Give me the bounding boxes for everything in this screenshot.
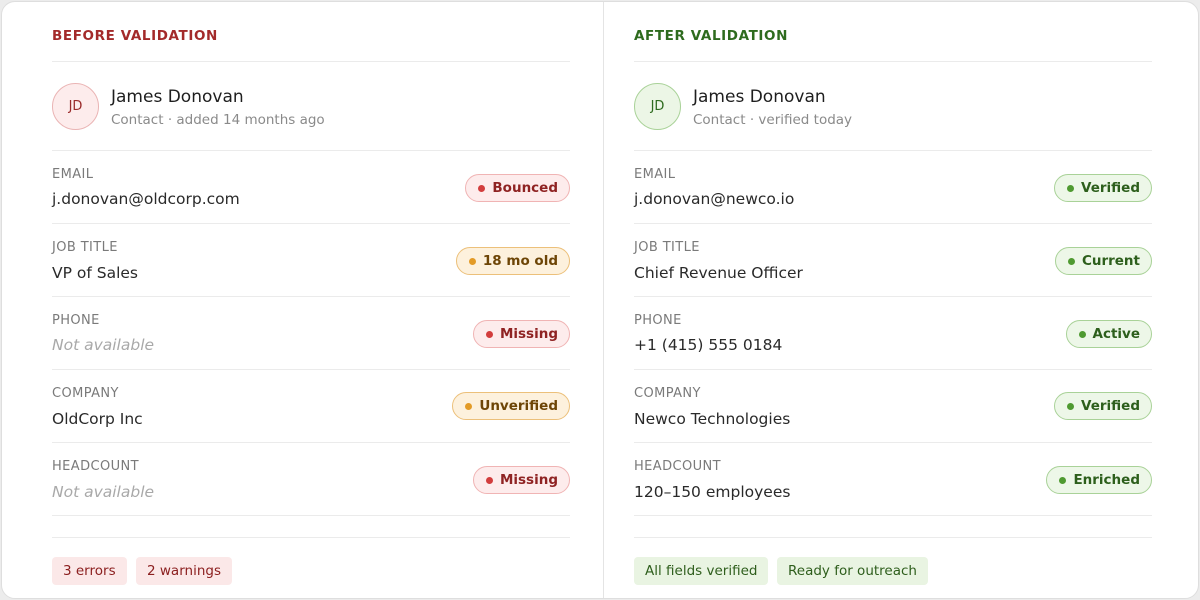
company-value: OldCorp Inc [52,410,143,428]
before-validation-panel: BEFORE VALIDATION JD James Donovan Conta… [52,2,570,598]
company-status-badge: Verified [1054,392,1152,420]
ready-for-outreach-pill: Ready for outreach [777,557,928,585]
status-badge-label: Missing [499,472,558,488]
status-badge-label: Verified [1081,398,1140,414]
phone-status-badge: Missing [472,320,570,348]
panel-divider [603,2,604,598]
all-verified-pill: All fields verified [634,557,769,585]
company-label: COMPANY [52,386,119,401]
status-dot-icon [1067,402,1075,410]
email-status-badge: Verified [1054,174,1152,202]
status-badge-label: Missing [499,326,558,342]
before-section-title: BEFORE VALIDATION [52,28,218,44]
status-dot-icon [1059,476,1067,484]
status-dot-icon [478,184,486,192]
status-badge-label: Active [1092,326,1141,342]
email-value: j.donovan@newco.io [634,190,795,208]
phone-label: PHONE [52,313,100,328]
row-divider [634,150,1152,151]
company-label: COMPANY [634,386,701,401]
row-divider [52,223,570,224]
job-title-value: Chief Revenue Officer [634,264,803,282]
contact-name: James Donovan [111,87,244,107]
phone-value: Not available [52,336,155,354]
after-validation-panel: AFTER VALIDATION JD James Donovan Contac… [634,2,1152,598]
email-value: j.donovan@oldcorp.com [52,190,240,208]
row-divider [52,515,570,516]
status-dot-icon [1078,330,1086,338]
job-title-value: VP of Sales [52,264,138,282]
job-title-status-badge: Current [1054,247,1152,275]
headcount-value: 120–150 employees [634,483,791,501]
status-dot-icon [485,476,493,484]
row-divider [52,369,570,370]
status-dot-icon [1067,184,1075,192]
header-divider [52,61,570,62]
contact-name: James Donovan [693,87,826,107]
email-label: EMAIL [52,167,94,182]
headcount-value: Not available [52,483,155,501]
row-divider [634,515,1152,516]
job-title-label: JOB TITLE [52,240,118,255]
error-count-pill: 3 errors [52,557,127,585]
row-divider [52,296,570,297]
status-dot-icon [1067,257,1075,265]
status-badge-label: Current [1081,253,1140,269]
phone-status-badge: Active [1065,320,1152,348]
header-divider [634,61,1152,62]
email-status-badge: Bounced [465,174,570,202]
contact-subtitle: Contact · added 14 months ago [111,112,325,128]
validation-comparison-card: BEFORE VALIDATION JD James Donovan Conta… [1,1,1199,599]
headcount-status-badge: Missing [472,466,570,494]
status-dot-icon [465,402,473,410]
company-value: Newco Technologies [634,410,791,428]
email-label: EMAIL [634,167,676,182]
status-dot-icon [468,257,476,265]
headcount-label: HEADCOUNT [634,459,721,474]
row-divider [634,442,1152,443]
company-status-badge: Unverified [452,392,570,420]
row-divider [634,296,1152,297]
job-title-label: JOB TITLE [634,240,700,255]
phone-label: PHONE [634,313,682,328]
footer-divider [634,537,1152,538]
phone-value: +1 (415) 555 0184 [634,336,783,354]
status-badge-label: Verified [1081,180,1140,196]
row-divider [634,223,1152,224]
status-dot-icon [485,330,493,338]
after-section-title: AFTER VALIDATION [634,28,789,44]
status-badge-label: Bounced [492,180,558,196]
status-badge-label: 18 mo old [482,253,558,269]
contact-subtitle: Contact · verified today [693,112,853,128]
row-divider [52,150,570,151]
avatar: JD [634,83,681,130]
warning-count-pill: 2 warnings [136,557,232,585]
status-badge-label: Enriched [1073,472,1140,488]
avatar: JD [52,83,99,130]
status-badge-label: Unverified [479,398,558,414]
headcount-label: HEADCOUNT [52,459,139,474]
headcount-status-badge: Enriched [1046,466,1152,494]
footer-divider [52,537,570,538]
row-divider [52,442,570,443]
job-title-status-badge: 18 mo old [455,247,570,275]
row-divider [634,369,1152,370]
